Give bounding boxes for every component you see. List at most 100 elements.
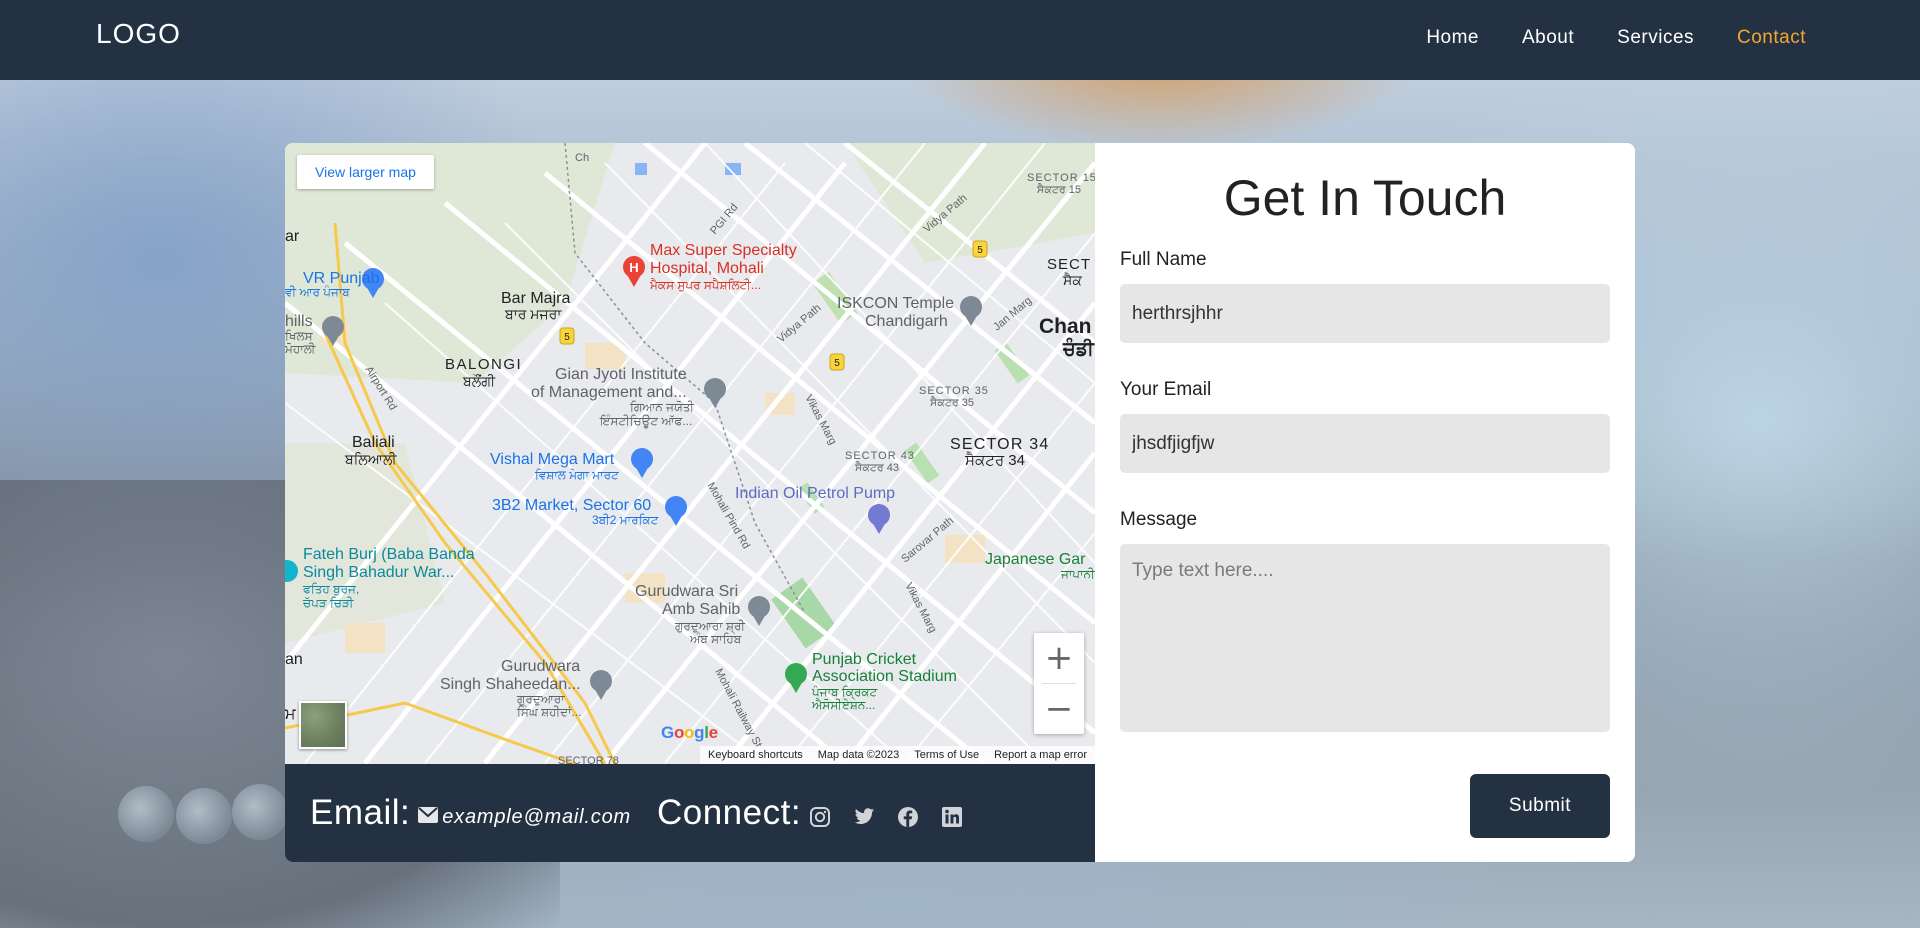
google-map[interactable]: 5 5 5 H Max Super Specialty Hospital, Mo…	[285, 143, 1095, 764]
map-label: ਸੈਕਟਰ 15	[1036, 183, 1081, 196]
email-label: Email:	[310, 793, 411, 832]
map-label: ਵੀ ਆਰ ਪੰਜਾਬ	[285, 285, 350, 299]
facebook-icon[interactable]	[897, 806, 919, 828]
map-label: ਬਾਰ ਮਜਰਾ	[504, 306, 562, 322]
form-title: Get In Touch	[1223, 170, 1507, 226]
terms-link[interactable]: Terms of Use	[914, 749, 979, 761]
google-logo: Google	[661, 723, 718, 742]
road-label: Ch	[575, 152, 589, 164]
map-label: ਅੰਬ ਸਾਹਿਬ	[689, 632, 742, 646]
nav-link-home[interactable]: Home	[1426, 27, 1479, 49]
svg-text:5: 5	[977, 245, 983, 256]
map-label: ਐਸੋਸੀਏਸ਼ਨ...	[811, 698, 875, 712]
map-label: Bar Majra	[501, 290, 570, 307]
map-label: Chandigarh	[865, 313, 948, 330]
nav-link-about[interactable]: About	[1522, 27, 1574, 49]
background-suit-button	[118, 786, 174, 842]
keyboard-shortcuts-link[interactable]: Keyboard shortcuts	[708, 749, 803, 761]
map-label: SECTOR 43	[845, 450, 915, 462]
map-label: ਬਲਿਆਲੀ	[344, 451, 397, 467]
map-label: ar	[285, 228, 300, 245]
map-canvas: 5 5 5 H Max Super Specialty Hospital, Mo…	[285, 143, 1095, 764]
nav-links: Home About Services Contact	[1426, 27, 1806, 49]
map-label: ਚੱਪੜ ਚਿੜੀ	[302, 596, 354, 610]
map-label: ISKCON Temple	[837, 295, 954, 312]
map-label: SECT	[1047, 256, 1091, 273]
twitter-icon[interactable]	[853, 807, 875, 827]
map-label: ਵਿਸ਼ਾਲ ਮੇਗਾ ਮਾਰਟ	[534, 468, 619, 482]
map-label: ਜਾਪਾਨੀ	[1060, 567, 1095, 581]
map-label: Max Super Specialty	[650, 242, 797, 259]
map-label: SECTOR 34	[950, 436, 1049, 453]
map-label: 3ਬੀ2 ਮਾਰਕਿਟ	[592, 513, 659, 527]
map-label: Amb Sahib	[662, 601, 740, 618]
map-label: ਸੈਕਟਰ 43	[854, 461, 899, 474]
background-suit-button	[176, 788, 232, 844]
map-label: Singh Shaheedan...	[440, 676, 581, 693]
background-suit-button	[232, 784, 288, 840]
zoom-control: + −	[1034, 633, 1084, 734]
map-label: Hospital, Mohali	[650, 260, 764, 277]
map-label: 3B2 Market, Sector 60	[492, 497, 651, 514]
map-label: ਫਤਿਹ ਬੁਰਜ,	[302, 582, 359, 596]
report-error-link[interactable]: Report a map error	[994, 749, 1087, 761]
map-label: BALONGI	[445, 356, 522, 373]
instagram-icon[interactable]	[809, 806, 831, 828]
map-label: Gurudwara Sri	[635, 583, 738, 600]
connect-label: Connect:	[656, 793, 802, 832]
contact-form: Get In Touch Full Name Your Email Messag…	[1095, 143, 1635, 862]
route-badge: 5	[972, 240, 988, 258]
map-label: ਇੰਸਟੀਚਿਊਟ ਆੱਫ...	[599, 414, 692, 429]
map-label: Chan	[1039, 315, 1092, 338]
map-label: ਸਿੰਘ ਸ਼ਹੀਦਾਂ...	[516, 705, 581, 719]
map-label: ਗਿਆਨ ਜਯੋਤੀ	[629, 400, 694, 414]
route-badge: 5	[559, 327, 575, 345]
email-input[interactable]	[1120, 414, 1610, 473]
svg-text:5: 5	[834, 358, 840, 369]
navbar: LOGO Home About Services Contact	[0, 0, 1920, 80]
route-badge: 5	[829, 353, 845, 371]
zoom-in-button[interactable]: +	[1034, 633, 1084, 683]
linkedin-icon[interactable]	[941, 806, 963, 828]
map-label: Vishal Mega Mart	[490, 451, 615, 468]
map-label: ਚੰਡੀ	[1062, 337, 1095, 360]
nav-link-contact[interactable]: Contact	[1737, 27, 1806, 49]
map-label: Gurudwara	[501, 658, 580, 675]
svg-text:H: H	[629, 260, 638, 275]
message-textarea[interactable]	[1120, 544, 1610, 732]
map-label: an	[285, 651, 303, 668]
map-footer: Keyboard shortcuts Map data ©2023 Terms …	[699, 746, 1095, 764]
map-label: SECTOR 15	[1027, 172, 1095, 184]
contact-bar: Email: example@mail.com Connect:	[285, 764, 1095, 862]
map-panel: 5 5 5 H Max Super Specialty Hospital, Mo…	[285, 143, 1095, 862]
full-name-input[interactable]	[1120, 284, 1610, 343]
message-label: Message	[1120, 509, 1198, 530]
submit-button[interactable]: Submit	[1470, 774, 1610, 838]
map-label: of Management and...	[531, 384, 687, 401]
svg-text:5: 5	[564, 332, 570, 343]
envelope-icon	[418, 806, 439, 828]
map-label: ਸੈਕ	[1062, 272, 1082, 288]
map-label: Gian Jyoti Institute	[555, 366, 687, 383]
full-name-label: Full Name	[1120, 249, 1207, 270]
map-label: Singh Bahadur War...	[303, 564, 455, 581]
email-address[interactable]: example@mail.com	[442, 806, 631, 829]
satellite-toggle[interactable]	[299, 701, 347, 749]
view-larger-map-link[interactable]: View larger map	[297, 155, 434, 189]
map-label: Punjab Cricket	[812, 651, 917, 668]
map-label: ਸੈਕਟਰ 35	[929, 396, 974, 409]
email-field-label: Your Email	[1120, 379, 1212, 400]
nav-link-services[interactable]: Services	[1617, 27, 1694, 49]
map-label: ਮ	[285, 706, 296, 723]
logo[interactable]: LOGO	[96, 18, 181, 50]
zoom-out-button[interactable]: −	[1034, 684, 1084, 734]
map-label: ਮੋਹਾਲੀ	[285, 342, 316, 356]
map-label: Fateh Burj (Baba Banda	[303, 546, 475, 563]
map-label: Association Stadium	[812, 668, 957, 685]
contact-card: 5 5 5 H Max Super Specialty Hospital, Mo…	[285, 143, 1635, 862]
map-label: ਮੈਕਸ ਸੁਪਰ ਸਪੈਸ਼ਲਿਟੀ...	[649, 278, 761, 292]
map-label: ਖਿਲਸ	[285, 329, 314, 343]
map-data-text: Map data ©2023	[817, 749, 900, 761]
map-label: ਗੁਰਦੁਆਰਾ	[516, 692, 565, 706]
map-label: hills	[285, 313, 313, 330]
